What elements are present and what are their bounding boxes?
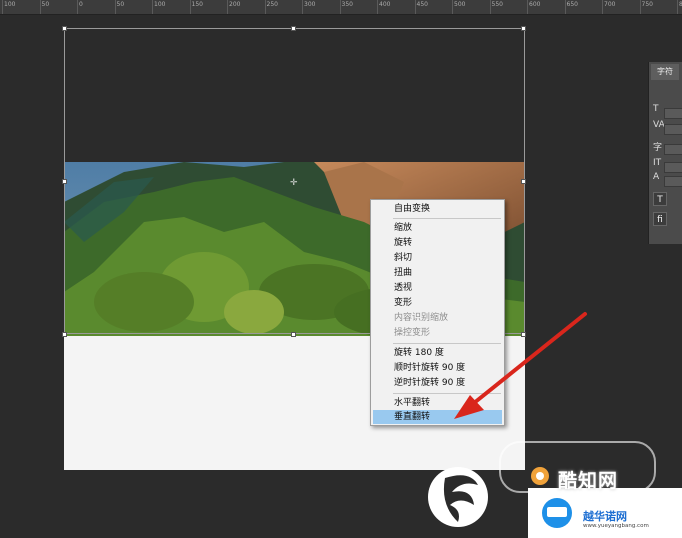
watermark-brand-text: 酷知网 <box>558 470 619 492</box>
watermark-site-name: 越华诺网 <box>583 510 627 523</box>
watermark-graphic <box>428 441 682 538</box>
watermark-site-url: www.yueyangbang.com <box>583 523 649 529</box>
